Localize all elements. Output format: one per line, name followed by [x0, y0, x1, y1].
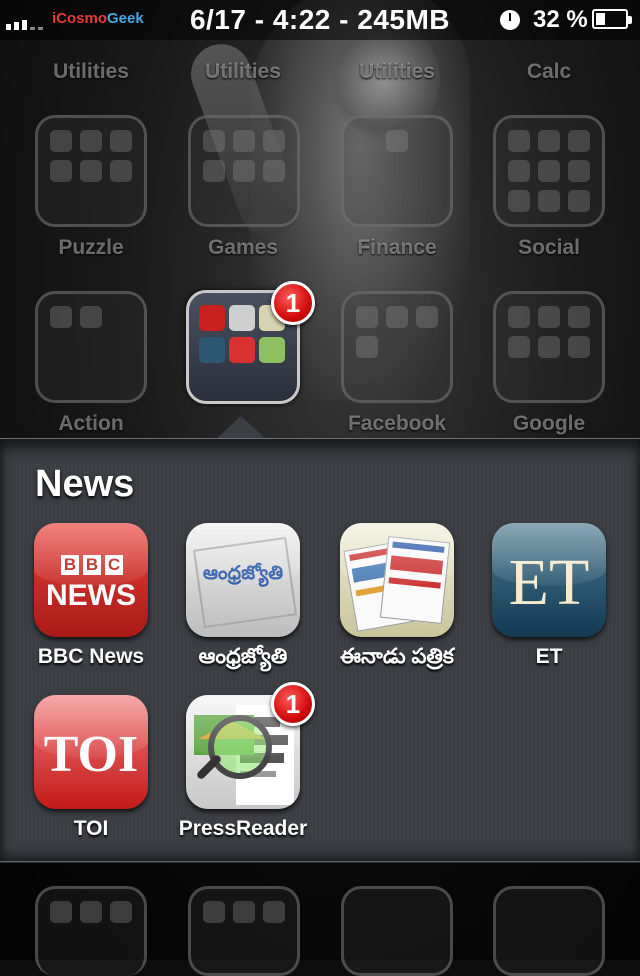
news-folder-panel: News B B C NEWS BBC News ఆంధ్రజ్యోతి ఆంధ… — [0, 438, 640, 863]
mini-bbc-icon — [199, 305, 225, 331]
folder-label[interactable]: Action — [16, 412, 166, 436]
folder-label[interactable]: Puzzle — [16, 236, 166, 260]
app-label: TOI — [73, 817, 109, 840]
bbc-letter: B — [83, 555, 101, 575]
folder-label[interactable]: Finance — [322, 236, 472, 260]
status-bar: iCosmoGeek 6/17 - 4:22 - 245MB 32 % — [0, 0, 640, 40]
mini-toi-icon — [229, 337, 255, 363]
folder-label[interactable]: Social — [474, 236, 624, 260]
app-label: BBC News — [37, 645, 145, 668]
dock-app[interactable] — [341, 886, 453, 976]
mini-et-icon — [199, 337, 225, 363]
dock — [0, 862, 640, 976]
battery-icon — [592, 9, 632, 29]
toi-logo-text: TOI — [43, 726, 139, 783]
folder-label[interactable]: Games — [168, 236, 318, 260]
folder-google[interactable] — [493, 291, 605, 403]
notification-badge: 1 — [271, 281, 315, 325]
camera-icon[interactable] — [493, 886, 605, 976]
folder-label[interactable]: Utilities — [322, 60, 472, 84]
dock-folder[interactable] — [35, 886, 147, 976]
folder-title[interactable]: News — [35, 463, 134, 506]
andhra-jyothy-logo-text: ఆంధ్రజ్యోతి — [202, 563, 284, 584]
folder-games[interactable] — [188, 115, 300, 227]
folder-social[interactable] — [493, 115, 605, 227]
magnifier-icon — [208, 715, 272, 779]
notification-badge: 1 — [271, 682, 315, 726]
mini-pressreader-icon — [259, 337, 285, 363]
bbc-letter: C — [105, 555, 123, 575]
app-label: ఈనాడు పత్రిక — [340, 645, 454, 668]
folder-label[interactable]: Facebook — [322, 412, 472, 436]
app-label: PressReader — [178, 817, 308, 840]
bbc-news-icon[interactable]: B B C NEWS — [34, 523, 148, 637]
et-logo-text: ET — [508, 546, 590, 619]
toi-icon[interactable]: TOI — [34, 695, 148, 809]
mini-andhra-icon — [229, 305, 255, 331]
dock-folder[interactable] — [188, 886, 300, 976]
battery-fill — [596, 13, 605, 25]
app-label: ET — [535, 645, 563, 668]
folder-puzzle[interactable] — [35, 115, 147, 227]
eenadu-newspaper-icon[interactable] — [340, 523, 454, 637]
battery-percent: 32 % — [533, 6, 588, 33]
folder-facebook[interactable] — [341, 291, 453, 403]
folder-finance[interactable] — [341, 115, 453, 227]
folder-action[interactable] — [35, 291, 147, 403]
app-label: ఆంధ్రజ్యోతి — [198, 645, 288, 668]
andhra-jyothy-icon[interactable]: ఆంధ్రజ్యోతి — [186, 523, 300, 637]
folder-label[interactable]: Utilities — [168, 60, 318, 84]
folder-label[interactable]: Utilities — [16, 60, 166, 84]
folder-label[interactable]: Google — [474, 412, 624, 436]
folder-pointer — [215, 416, 267, 440]
clock-icon — [500, 10, 520, 30]
bbc-news-word: NEWS — [46, 579, 136, 612]
house-icon — [194, 715, 266, 755]
folder-label[interactable]: Calc — [474, 60, 624, 84]
bbc-letter: B — [61, 555, 79, 575]
et-icon[interactable]: ET — [492, 523, 606, 637]
